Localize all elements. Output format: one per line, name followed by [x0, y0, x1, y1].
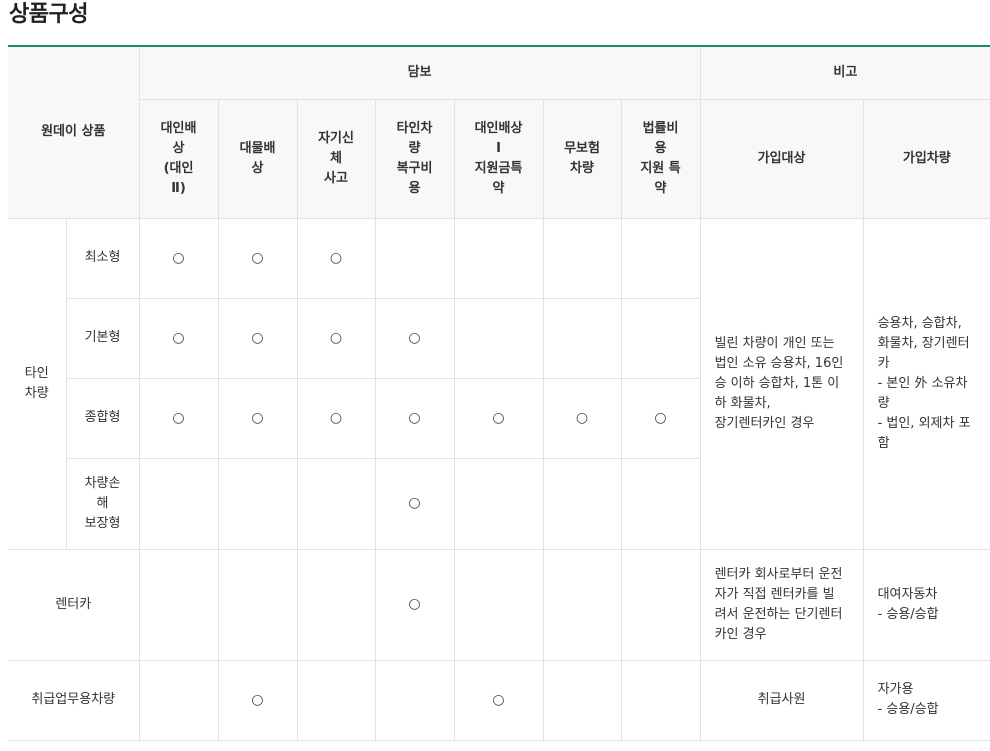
coverage-cell: ○	[217, 297, 298, 379]
included-mark: ○	[172, 249, 185, 266]
row-label-comprehensive: 종합형	[66, 377, 140, 459]
coverage-cell	[138, 548, 219, 661]
included-mark: ○	[329, 249, 343, 266]
other-car-target: 빌린 차량이 개인 또는 법인 소유 승용차, 16인 승 이하 승합차, 1톤…	[699, 217, 864, 550]
row-label-business: 취급업무용차량	[8, 659, 140, 741]
coverage-header-other-car-repair: 타인차 량 복구비 용	[374, 98, 455, 219]
included-mark: ○	[251, 249, 264, 266]
coverage-header-property-damage: 대물배 상	[217, 98, 298, 219]
coverage-cell	[453, 297, 544, 379]
coverage-cell: ○	[374, 377, 455, 459]
included-mark: ○	[408, 495, 421, 511]
coverage-cell: ○	[374, 548, 455, 661]
coverage-cell	[374, 659, 455, 741]
coverage-cell: ○	[217, 659, 298, 741]
included-mark: ○	[408, 329, 421, 346]
included-mark: ○	[251, 691, 264, 708]
coverage-cell	[542, 457, 622, 550]
remark-header-vehicle: 가입차량	[862, 98, 990, 219]
included-mark: ○	[251, 409, 264, 426]
coverage-cell	[542, 217, 622, 299]
row-label-minimum: 최소형	[65, 217, 140, 299]
business-target: 취급사원	[699, 659, 864, 741]
coverage-header-bodily-injury: 대인배 상 (대인 Ⅱ)	[139, 98, 219, 219]
included-mark: ○	[408, 409, 421, 426]
included-mark: ○	[329, 409, 343, 426]
remark-header-target: 가입대상	[699, 98, 864, 219]
coverage-cell: ○	[138, 217, 219, 299]
included-mark: ○	[492, 691, 505, 708]
coverage-cell	[296, 548, 376, 661]
coverage-cell	[138, 457, 219, 550]
coverage-cell: ○	[296, 297, 376, 379]
row-label-damage: 차량손 해 보장형	[66, 457, 140, 550]
coverage-cell: ○	[296, 217, 376, 299]
coverage-cell	[453, 217, 544, 299]
coverage-cell	[296, 659, 376, 741]
coverage-cell	[542, 659, 622, 741]
included-mark: ○	[575, 409, 589, 426]
coverage-cell: ○	[296, 377, 376, 459]
product-col-header: 원데이 상품	[8, 45, 140, 219]
table-row: 렌터카 ○ 렌터카 회사로부터 운전 자가 직접 렌터카를 빌 려서 운전하는 …	[8, 548, 990, 661]
group-label-other-car: 타인 차량	[8, 217, 67, 550]
coverage-cell	[620, 659, 701, 741]
coverage-cell	[453, 548, 544, 661]
included-mark: ○	[654, 409, 667, 426]
coverage-header-uninsured-vehicle: 무보험 차량	[542, 98, 622, 219]
rental-target: 렌터카 회사로부터 운전 자가 직접 렌터카를 빌 려서 운전하는 단기렌터 카…	[699, 548, 864, 661]
coverage-cell	[217, 457, 298, 550]
coverage-cell: ○	[374, 297, 455, 379]
coverage-group-header: 담보	[138, 45, 701, 100]
remarks-group-header: 비고	[699, 45, 990, 100]
coverage-header-bodily-1-support: 대인배상 Ⅰ 지원금특 약	[453, 98, 544, 219]
coverage-cell: ○	[620, 377, 701, 459]
row-label-rental: 렌터카	[8, 548, 140, 661]
coverage-cell	[453, 457, 544, 550]
row-label-basic: 기본형	[66, 297, 140, 379]
rental-vehicle: 대여자동차 - 승용/승합	[862, 548, 990, 661]
coverage-cell: ○	[217, 377, 298, 459]
coverage-cell	[374, 217, 455, 299]
coverage-cell	[542, 548, 622, 661]
coverage-cell	[138, 659, 219, 741]
table-row: 타인 차량 최소형 ○ ○ ○ 빌린 차량이 개인 또는 법인 소유 승용차, …	[8, 217, 990, 550]
coverage-cell: ○	[374, 457, 455, 550]
coverage-cell	[296, 457, 376, 550]
coverage-cell	[217, 548, 298, 661]
product-composition-table: 원데이 상품 담보 비고 대인배 상 (대인 Ⅱ) 대물배 상 자기신 체 사고…	[8, 45, 990, 741]
included-mark: ○	[172, 329, 185, 346]
included-mark: ○	[408, 596, 421, 612]
coverage-cell	[620, 457, 701, 550]
coverage-cell: ○	[138, 297, 219, 379]
included-mark: ○	[172, 409, 185, 426]
coverage-cell: ○	[138, 377, 219, 459]
page-title: 상품구성	[9, 2, 88, 27]
coverage-cell	[620, 548, 701, 661]
coverage-cell	[620, 297, 701, 379]
included-mark: ○	[251, 329, 264, 346]
coverage-header-legal-cost: 법률비 용 지원 특 약	[620, 98, 701, 219]
header-row-2: 대인배 상 (대인 Ⅱ) 대물배 상 자기신 체 사고 타인차 량 복구비 용 …	[8, 98, 990, 219]
coverage-cell	[542, 297, 622, 379]
coverage-cell: ○	[542, 377, 622, 459]
business-vehicle: 자가용 - 승용/승합	[862, 659, 990, 741]
coverage-cell	[620, 217, 701, 299]
coverage-cell: ○	[217, 217, 298, 299]
included-mark: ○	[329, 329, 343, 346]
other-car-vehicle: 승용차, 승합차, 화물차, 장기렌터 카 - 본인 外 소유차 량 - 법인,…	[862, 217, 990, 550]
coverage-cell: ○	[453, 659, 544, 741]
table-row: 취급업무용차량 ○ ○ 취급사원 자가용 - 승용/승합	[8, 659, 990, 741]
included-mark: ○	[492, 409, 505, 426]
header-row-1: 원데이 상품 담보 비고	[8, 45, 990, 219]
coverage-cell: ○	[453, 377, 544, 459]
coverage-header-self-injury: 자기신 체 사고	[296, 98, 376, 219]
